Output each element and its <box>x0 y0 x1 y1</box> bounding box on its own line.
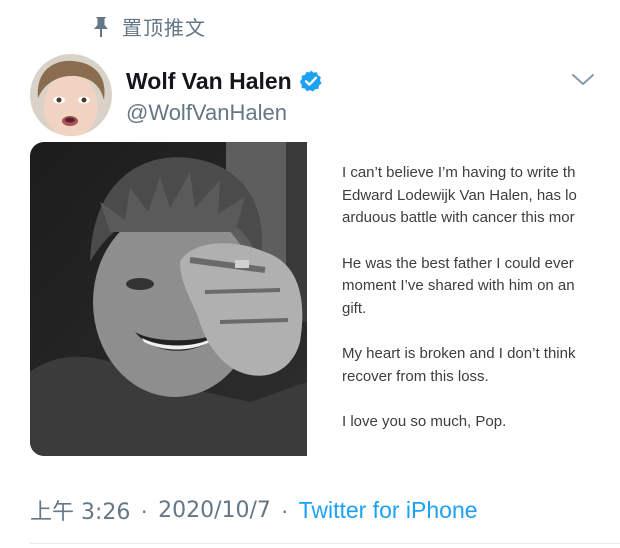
meta-separator: · <box>280 496 289 523</box>
note-line: gift. <box>342 299 367 317</box>
note-line: I can’t believe I’m having to write th <box>342 164 576 181</box>
meta-separator: · <box>140 496 149 523</box>
note-line: I love you so much, Pop. <box>342 413 507 430</box>
note-paragraph: I can’t believe I’m having to write th E… <box>342 162 620 230</box>
display-name[interactable]: Wolf Van Halen <box>126 68 292 95</box>
avatar[interactable] <box>30 54 112 136</box>
tweet-meta: 上午 3:26 · 2020/10/7 · Twitter for iPhone <box>30 494 478 526</box>
note-paragraph: He was the best father I could ever mome… <box>342 253 620 321</box>
pin-icon <box>94 16 108 37</box>
tweet-source-link[interactable]: Twitter for iPhone <box>299 497 478 524</box>
chevron-down-icon[interactable] <box>570 70 596 90</box>
media-card[interactable]: I can’t believe I’m having to write th E… <box>30 142 620 456</box>
photo[interactable] <box>30 142 307 456</box>
author-block[interactable]: Wolf Van Halen @WolfVanHalen <box>126 66 323 126</box>
note-line: He was the best father I could ever <box>342 254 574 272</box>
tweet-date[interactable]: 2020/10/7 <box>158 498 271 523</box>
note-line: recover from this loss. <box>342 367 489 385</box>
note-line: arduous battle with cancer this mor <box>342 209 575 226</box>
pinned-label: 置顶推文 <box>122 16 206 40</box>
name-row: Wolf Van Halen <box>126 66 323 96</box>
note-line: moment I’ve shared with him on an <box>342 277 575 294</box>
note-paragraph: My heart is broken and I don’t think rec… <box>342 343 620 388</box>
note-line: My heart is broken and I don’t think <box>342 345 576 362</box>
note-line: Edward Lodewijk Van Halen, has lo <box>342 186 577 204</box>
user-handle[interactable]: @WolfVanHalen <box>126 100 323 126</box>
note-paragraph: I love you so much, Pop. <box>342 411 620 434</box>
tweet-time[interactable]: 上午 3:26 <box>30 494 130 526</box>
divider <box>30 543 620 544</box>
notes-screenshot-text: I can’t believe I’m having to write th E… <box>342 162 620 456</box>
pinned-tweet-row: 置顶推文 <box>92 12 206 41</box>
verified-badge-icon <box>299 70 322 92</box>
